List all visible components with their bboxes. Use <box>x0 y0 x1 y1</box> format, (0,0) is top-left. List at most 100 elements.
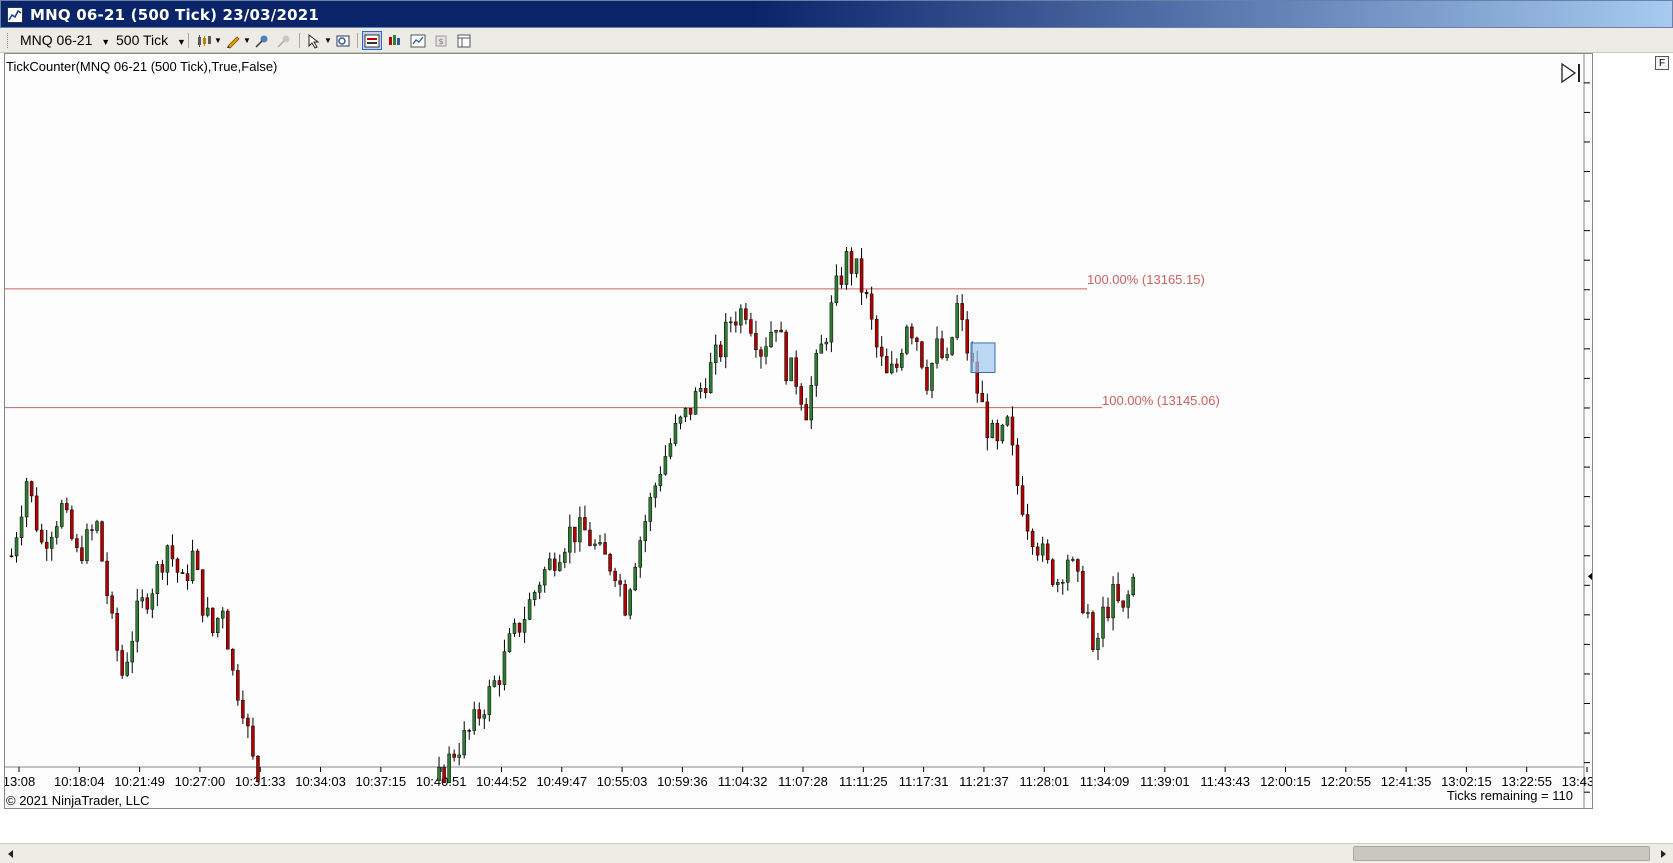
chart-panel[interactable]: 13200.0013195.0013190.0013185.0013180.00… <box>4 53 1593 809</box>
candle-body <box>930 363 934 391</box>
candle-body <box>859 258 864 293</box>
candle-body <box>759 349 763 357</box>
candle-body <box>915 337 919 343</box>
chevron-down-icon: ▼ <box>101 37 111 47</box>
data-box-button[interactable] <box>362 31 382 50</box>
candle-body <box>115 612 119 651</box>
candle-body <box>578 517 582 543</box>
candle-body <box>150 593 155 610</box>
scroll-right-button[interactable] <box>1654 846 1671 862</box>
candle-body <box>558 562 562 571</box>
x-tick-label: 10:31:33 <box>235 774 286 789</box>
x-tick-label: 11:17:31 <box>899 774 949 789</box>
candle-body <box>960 303 964 320</box>
candle-body <box>155 564 160 594</box>
candle-body <box>246 717 250 727</box>
candle-body <box>678 416 683 424</box>
candle-body <box>1010 416 1015 446</box>
candle-body <box>1081 571 1085 614</box>
candle-body <box>990 422 995 438</box>
strategies-button[interactable] <box>408 31 428 50</box>
candle-body <box>1121 600 1125 608</box>
candle-body <box>1066 559 1070 583</box>
candle-body <box>145 597 150 610</box>
f-button[interactable]: F <box>1655 56 1669 70</box>
x-tick-label: 13:02:15 <box>1441 774 1492 789</box>
candle-body <box>1005 416 1010 426</box>
candle-body <box>497 680 502 685</box>
candle-body <box>829 302 834 343</box>
candle-body <box>653 485 658 498</box>
candle-body <box>452 753 456 758</box>
candle-body <box>985 401 990 438</box>
candle-body <box>789 357 793 382</box>
candle-body <box>950 337 954 355</box>
cursor-button[interactable] <box>304 31 324 50</box>
candle-body <box>890 363 894 374</box>
zoom-button[interactable] <box>333 31 353 50</box>
candle-body <box>175 558 180 573</box>
candle-body <box>44 541 49 549</box>
chevron-down-icon[interactable]: ▼ <box>243 31 251 50</box>
interval-selector[interactable]: 500 Tick ▼ <box>116 31 186 50</box>
candle-body <box>744 308 748 320</box>
copyright-text: © 2021 NinjaTrader, LLC <box>6 793 150 808</box>
candle-body <box>477 709 482 719</box>
candle-body <box>900 353 904 368</box>
chart-trader-button[interactable]: $ <box>431 31 451 50</box>
x-tick-label: 10:34:03 <box>295 774 346 789</box>
candle-body <box>965 319 969 354</box>
candle-body <box>1116 584 1120 602</box>
candle-body <box>195 550 200 570</box>
candle-body <box>24 481 29 518</box>
scroll-left-button[interactable] <box>2 846 19 862</box>
x-tick-label: 10:44:52 <box>476 774 527 789</box>
candle-body <box>1055 582 1060 585</box>
candle-body <box>854 258 859 274</box>
price-chart[interactable]: 13200.0013195.0013190.0013185.0013180.00… <box>5 54 1592 808</box>
x-tick-label: 11:04:32 <box>718 774 768 789</box>
x-tick-label: 11:21:37 <box>959 774 1009 789</box>
candle-body <box>60 503 64 527</box>
properties-button[interactable] <box>454 31 474 50</box>
toolbar-grip[interactable] <box>7 33 10 48</box>
candle-body <box>945 354 949 358</box>
indicators-button[interactable] <box>385 31 405 50</box>
scroll-thumb[interactable] <box>1353 846 1650 861</box>
candle-body <box>90 529 94 531</box>
unpin-button[interactable] <box>274 31 294 50</box>
candle-body <box>236 670 240 701</box>
candle-body <box>110 595 114 614</box>
candle-body <box>910 326 914 339</box>
candle-body <box>995 422 1000 442</box>
chart-style-button[interactable] <box>194 31 214 50</box>
candle-body <box>447 753 451 783</box>
candle-body <box>537 584 542 593</box>
level-label-lower: 100.00% (13145.06) <box>1102 393 1220 408</box>
x-tick-label: 13:22:55 <box>1501 774 1552 789</box>
strategies-icon <box>410 34 426 47</box>
chevron-down-icon[interactable]: ▼ <box>214 31 222 50</box>
candle-body <box>633 566 637 591</box>
candle-body <box>864 292 869 295</box>
candle-body <box>1071 559 1075 561</box>
toolbar-separator <box>357 33 358 48</box>
candle-body <box>221 610 225 619</box>
drawing-tools-button[interactable] <box>223 31 243 50</box>
chevron-down-icon[interactable]: ▼ <box>324 31 332 50</box>
candle-body <box>507 633 512 652</box>
candle-body <box>849 251 854 274</box>
fit-to-last-bar-button[interactable] <box>1560 62 1582 84</box>
selection-rectangle[interactable] <box>970 342 996 374</box>
x-tick-label: 11:11:25 <box>839 774 888 789</box>
candle-body <box>693 391 698 415</box>
properties-icon <box>457 34 471 47</box>
candle-body <box>140 597 145 602</box>
pin-button[interactable] <box>252 31 272 50</box>
instrument-selector[interactable]: MNQ 06-21 ▼ <box>20 31 110 50</box>
window-titlebar[interactable]: MNQ 06-21 (500 Tick) 23/03/2021 <box>0 0 1673 28</box>
x-tick-label: 11:28:01 <box>1019 774 1069 789</box>
candle-body <box>643 521 648 541</box>
candle-body <box>200 569 205 616</box>
horizontal-scrollbar[interactable] <box>0 843 1673 863</box>
